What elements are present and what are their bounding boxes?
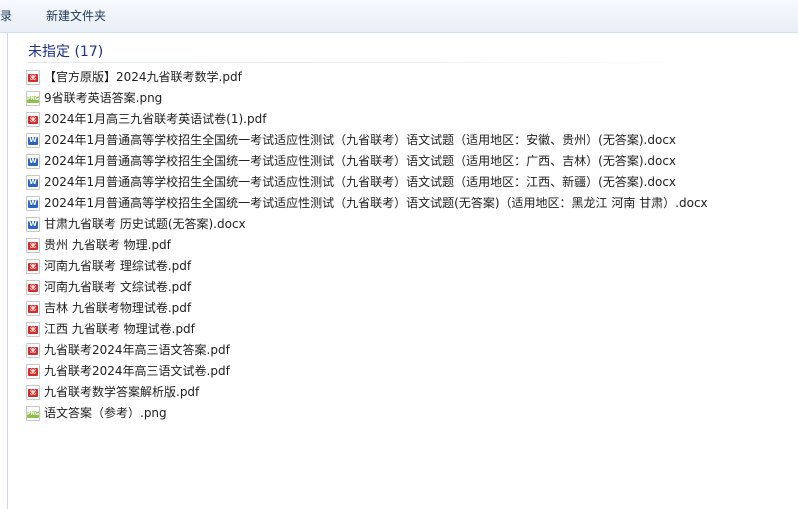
pdf-file-icon bbox=[26, 112, 40, 127]
file-name: 2024年1月普通高等学校招生全国统一考试适应性测试（九省联考）语文试题（适用地… bbox=[44, 154, 677, 168]
file-list: 【官方原版】2024九省联考数学.pdf 9省联考英语答案.png 2024年1月高… bbox=[26, 67, 708, 424]
file-item[interactable]: 2024年1月普通高等学校招生全国统一考试适应性测试（九省联考）语文试题(无答案… bbox=[26, 193, 708, 214]
file-item[interactable]: 2024年1月普通高等学校招生全国统一考试适应性测试（九省联考）语文试题（适用地… bbox=[26, 151, 708, 172]
word-file-icon bbox=[26, 133, 40, 148]
file-name: 九省联考数学答案解析版.pdf bbox=[44, 385, 200, 399]
file-item[interactable]: 河南九省联考 理综试卷.pdf bbox=[26, 256, 708, 277]
pdf-file-icon bbox=[26, 70, 40, 85]
pdf-file-icon bbox=[26, 280, 40, 295]
file-item[interactable]: 2024年1月普通高等学校招生全国统一考试适应性测试（九省联考）语文试题（适用地… bbox=[26, 130, 708, 151]
file-name: 河南九省联考 文综试卷.pdf bbox=[44, 280, 192, 294]
file-name: 吉林 九省联考物理试卷.pdf bbox=[44, 301, 192, 315]
file-item[interactable]: 江西 九省联考 物理试卷.pdf bbox=[26, 319, 708, 340]
command-bar: 刻录 新建文件夹 bbox=[0, 0, 798, 33]
file-item[interactable]: 贵州 九省联考 物理.pdf bbox=[26, 235, 708, 256]
pdf-file-icon bbox=[26, 343, 40, 358]
file-item[interactable]: 【官方原版】2024九省联考数学.pdf bbox=[26, 67, 708, 88]
file-name: 九省联考2024年高三语文试卷.pdf bbox=[44, 364, 230, 378]
file-item[interactable]: 九省联考2024年高三语文试卷.pdf bbox=[26, 361, 708, 382]
burn-button[interactable]: 刻录 bbox=[0, 0, 12, 33]
group-divider bbox=[28, 62, 708, 63]
file-item[interactable]: 2024年1月高三九省联考英语试卷(1).pdf bbox=[26, 109, 708, 130]
pdf-file-icon bbox=[26, 301, 40, 316]
group-title: 未指定 (17) bbox=[28, 44, 104, 60]
file-name: 2024年1月高三九省联考英语试卷(1).pdf bbox=[44, 112, 267, 126]
pdf-file-icon bbox=[26, 259, 40, 274]
file-item[interactable]: 九省联考2024年高三语文答案.pdf bbox=[26, 340, 708, 361]
word-file-icon bbox=[26, 154, 40, 169]
group-header[interactable]: 未指定 (17) bbox=[28, 42, 708, 64]
word-file-icon bbox=[26, 217, 40, 232]
file-name: 九省联考2024年高三语文答案.pdf bbox=[44, 343, 230, 357]
pdf-file-icon bbox=[26, 238, 40, 253]
word-file-icon bbox=[26, 196, 40, 211]
pdf-file-icon bbox=[26, 322, 40, 337]
file-item[interactable]: 河南九省联考 文综试卷.pdf bbox=[26, 277, 708, 298]
file-name: 河南九省联考 理综试卷.pdf bbox=[44, 259, 192, 273]
file-item[interactable]: 语文答案（参考）.png bbox=[26, 403, 708, 424]
pdf-file-icon bbox=[26, 364, 40, 379]
file-name: 【官方原版】2024九省联考数学.pdf bbox=[44, 70, 242, 84]
word-file-icon bbox=[26, 175, 40, 190]
png-file-icon bbox=[26, 91, 40, 106]
pdf-file-icon bbox=[26, 385, 40, 400]
file-name: 甘肃九省联考 历史试题(无答案).docx bbox=[44, 217, 246, 231]
file-name: 贵州 九省联考 物理.pdf bbox=[44, 238, 171, 252]
file-name: 江西 九省联考 物理试卷.pdf bbox=[44, 322, 195, 336]
file-item[interactable]: 甘肃九省联考 历史试题(无答案).docx bbox=[26, 214, 708, 235]
file-name: 2024年1月普通高等学校招生全国统一考试适应性测试（九省联考）语文试题（适用地… bbox=[44, 133, 677, 147]
file-name: 2024年1月普通高等学校招生全国统一考试适应性测试（九省联考）语文试题（适用地… bbox=[44, 175, 677, 189]
navigation-pane[interactable] bbox=[0, 33, 8, 509]
file-list-pane[interactable]: 未指定 (17) 【官方原版】2024九省联考数学.pdf 9省联考英语答案.pn… bbox=[8, 33, 798, 509]
file-item[interactable]: 吉林 九省联考物理试卷.pdf bbox=[26, 298, 708, 319]
file-name: 9省联考英语答案.png bbox=[44, 91, 163, 105]
png-file-icon bbox=[26, 406, 40, 421]
file-name: 2024年1月普通高等学校招生全国统一考试适应性测试（九省联考）语文试题(无答案… bbox=[44, 196, 708, 210]
file-item[interactable]: 9省联考英语答案.png bbox=[26, 88, 708, 109]
new-folder-button[interactable]: 新建文件夹 bbox=[46, 0, 106, 33]
file-item[interactable]: 九省联考数学答案解析版.pdf bbox=[26, 382, 708, 403]
file-name: 语文答案（参考）.png bbox=[44, 406, 167, 420]
file-item[interactable]: 2024年1月普通高等学校招生全国统一考试适应性测试（九省联考）语文试题（适用地… bbox=[26, 172, 708, 193]
